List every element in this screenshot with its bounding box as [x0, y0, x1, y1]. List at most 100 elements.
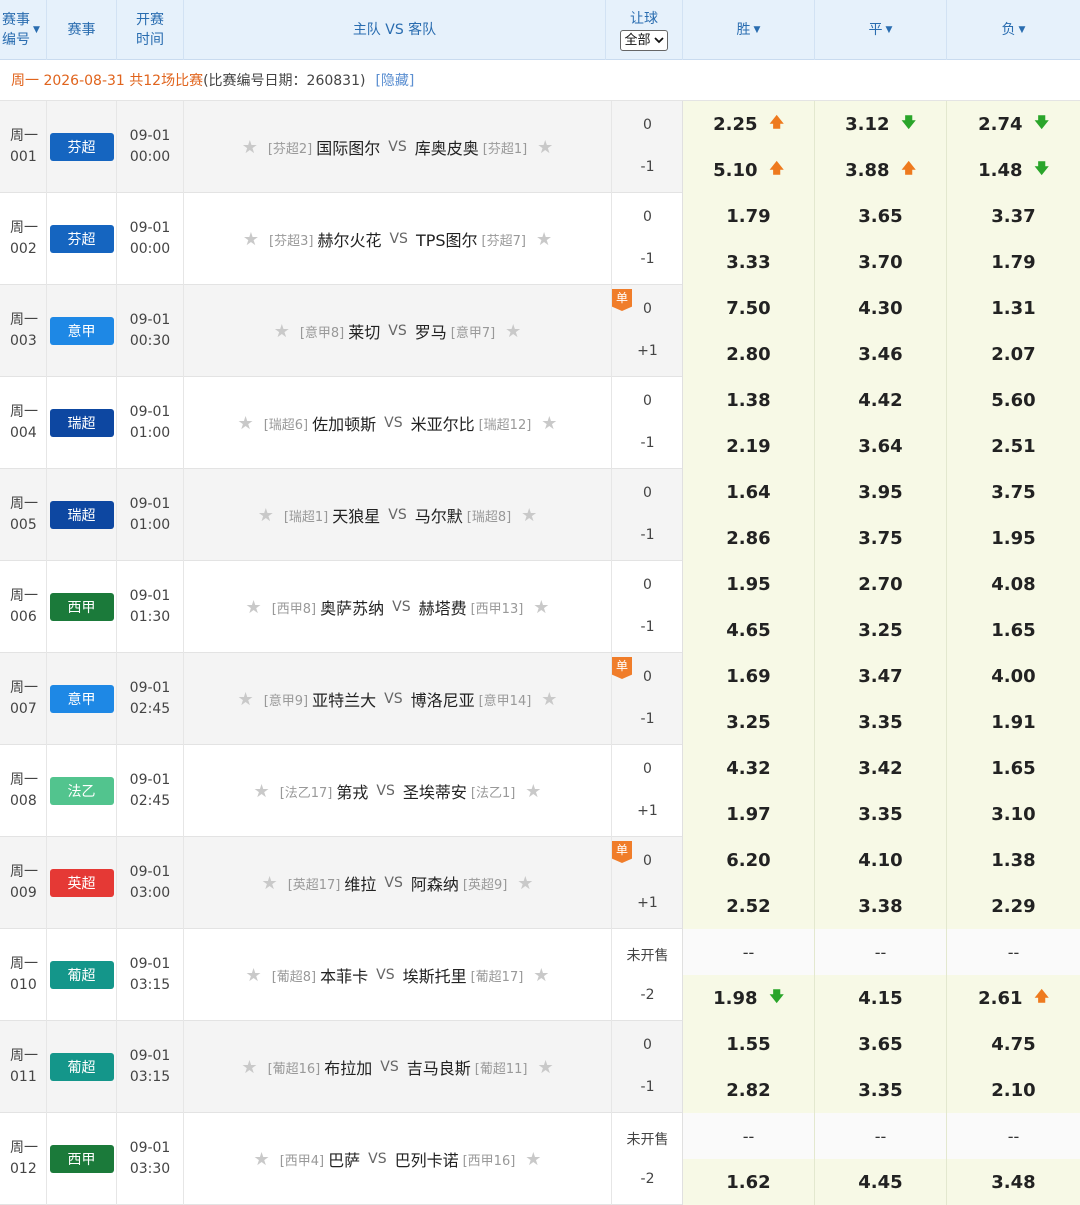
odds-win[interactable]: 4.32 — [683, 745, 815, 791]
odds-lose[interactable]: 4.75 — [947, 1021, 1080, 1067]
away-team[interactable]: 库奥皮奥 — [415, 135, 479, 159]
favorite-star-icon[interactable]: ★ — [537, 137, 553, 158]
away-team[interactable]: 埃斯托里 — [403, 963, 467, 987]
favorite-star-icon[interactable]: ★ — [525, 1149, 541, 1170]
odds-win[interactable]: 1.38 — [683, 377, 815, 423]
favorite-star-icon[interactable]: ★ — [536, 229, 552, 250]
odds-win[interactable]: 1.98 🡇 — [683, 975, 815, 1021]
away-team[interactable]: 阿森纳 — [411, 871, 459, 895]
match-row[interactable]: 周一 007 意甲 09-01 02:45 ★ [意甲9] 亚特兰大 VS 博洛尼亚 [意甲14] ★… — [0, 653, 1080, 745]
odds-draw[interactable]: 3.25 — [815, 607, 947, 653]
league-badge[interactable]: 法乙 — [49, 777, 114, 805]
home-team[interactable]: 巴萨 — [328, 1147, 360, 1171]
away-team[interactable]: 米亚尔比 — [411, 411, 475, 435]
odds-win[interactable]: 2.52 — [683, 883, 815, 929]
odds-draw[interactable]: 3.65 — [815, 1021, 947, 1067]
home-team[interactable]: 本菲卡 — [320, 963, 368, 987]
favorite-star-icon[interactable]: ★ — [262, 873, 278, 894]
odds-draw[interactable]: 3.70 — [815, 239, 947, 285]
odds-draw[interactable]: 2.70 — [815, 561, 947, 607]
odds-win[interactable]: 2.25 🡅 — [683, 101, 815, 147]
match-row[interactable]: 周一 005 瑞超 09-01 01:00 ★ [瑞超1] 天狼星 VS 马尔默 [瑞超8] ★ 0 -1… — [0, 469, 1080, 561]
favorite-star-icon[interactable]: ★ — [246, 597, 262, 618]
odds-lose[interactable]: 1.65 — [947, 745, 1080, 791]
league-badge[interactable]: 意甲 — [49, 685, 114, 713]
odds-draw[interactable]: 3.65 — [815, 193, 947, 239]
home-team[interactable]: 莱切 — [348, 319, 380, 343]
odds-win[interactable]: 4.65 — [683, 607, 815, 653]
favorite-star-icon[interactable]: ★ — [533, 965, 549, 986]
favorite-star-icon[interactable]: ★ — [274, 321, 290, 342]
home-team[interactable]: 佐加顿斯 — [312, 411, 376, 435]
odds-draw[interactable]: 4.42 — [815, 377, 947, 423]
home-team[interactable]: 亚特兰大 — [312, 687, 376, 711]
odds-lose[interactable]: 2.07 — [947, 331, 1080, 377]
away-team[interactable]: 圣埃蒂安 — [403, 779, 467, 803]
favorite-star-icon[interactable]: ★ — [254, 781, 270, 802]
league-badge[interactable]: 芬超 — [49, 225, 114, 253]
home-team[interactable]: 第戎 — [336, 779, 368, 803]
league-badge[interactable]: 芬超 — [49, 133, 114, 161]
odds-draw[interactable]: 4.15 — [815, 975, 947, 1021]
odds-draw[interactable]: 3.35 — [815, 1067, 947, 1113]
hide-link[interactable]: [隐藏] — [375, 70, 414, 90]
match-row[interactable]: 周一 011 葡超 09-01 03:15 ★ [葡超16] 布拉加 VS 吉马良斯 [葡超11] ★… — [0, 1021, 1080, 1113]
odds-win[interactable]: 2.19 — [683, 423, 815, 469]
favorite-star-icon[interactable]: ★ — [505, 321, 521, 342]
home-team[interactable]: 奥萨苏纳 — [320, 595, 384, 619]
away-team[interactable]: 赫塔费 — [419, 595, 467, 619]
odds-lose[interactable]: 2.51 — [947, 423, 1080, 469]
header-draw[interactable]: 平 ▼ — [815, 0, 947, 60]
odds-lose[interactable]: 4.08 — [947, 561, 1080, 607]
favorite-star-icon[interactable]: ★ — [258, 505, 274, 526]
league-badge[interactable]: 意甲 — [49, 317, 114, 345]
odds-lose[interactable]: 1.38 — [947, 837, 1080, 883]
odds-draw[interactable]: 3.95 — [815, 469, 947, 515]
odds-lose[interactable]: 3.48 — [947, 1159, 1080, 1205]
match-row[interactable]: 周一 003 意甲 09-01 00:30 ★ [意甲8] 莱切 VS 罗马 [意甲7] ★ 单 0 +1 7… — [0, 285, 1080, 377]
odds-lose[interactable]: 2.29 — [947, 883, 1080, 929]
handicap-filter-select[interactable]: 全部 — [620, 30, 668, 51]
favorite-star-icon[interactable]: ★ — [243, 229, 259, 250]
favorite-star-icon[interactable]: ★ — [525, 781, 541, 802]
league-badge[interactable]: 葡超 — [49, 1053, 114, 1081]
odds-draw[interactable]: 3.75 — [815, 515, 947, 561]
odds-win[interactable]: 1.79 — [683, 193, 815, 239]
home-team[interactable]: 赫尔火花 — [317, 227, 381, 251]
favorite-star-icon[interactable]: ★ — [541, 689, 557, 710]
home-team[interactable]: 维拉 — [344, 871, 376, 895]
match-row[interactable]: 周一 008 法乙 09-01 02:45 ★ [法乙17] 第戎 VS 圣埃蒂安 [法乙1] ★ 0 +… — [0, 745, 1080, 837]
favorite-star-icon[interactable]: ★ — [238, 413, 254, 434]
home-team[interactable]: 国际图尔 — [316, 135, 380, 159]
away-team[interactable]: 马尔默 — [415, 503, 463, 527]
odds-lose[interactable]: 3.10 — [947, 791, 1080, 837]
home-team[interactable]: 天狼星 — [332, 503, 380, 527]
away-team[interactable]: 罗马 — [415, 319, 447, 343]
odds-win[interactable]: 3.25 — [683, 699, 815, 745]
match-row[interactable]: 周一 001 芬超 09-01 00:00 ★ [芬超2] 国际图尔 VS 库奥皮奥 [芬超1] ★ 0… — [0, 101, 1080, 193]
favorite-star-icon[interactable]: ★ — [246, 965, 262, 986]
league-badge[interactable]: 葡超 — [49, 961, 114, 989]
header-lose[interactable]: 负 ▼ — [947, 0, 1080, 60]
match-row[interactable]: 周一 002 芬超 09-01 00:00 ★ [芬超3] 赫尔火花 VS TPS图尔 [芬超7] ★… — [0, 193, 1080, 285]
favorite-star-icon[interactable]: ★ — [254, 1149, 270, 1170]
away-team[interactable]: 巴列卡诺 — [395, 1147, 459, 1171]
league-badge[interactable]: 瑞超 — [49, 409, 114, 437]
odds-win[interactable]: 2.82 — [683, 1067, 815, 1113]
away-team[interactable]: 博洛尼亚 — [411, 687, 475, 711]
odds-lose[interactable]: 2.61 🡅 — [947, 975, 1080, 1021]
odds-draw[interactable]: 3.35 — [815, 791, 947, 837]
odds-lose[interactable]: 1.31 — [947, 285, 1080, 331]
home-team[interactable]: 布拉加 — [324, 1055, 372, 1079]
odds-win[interactable]: 5.10 🡅 — [683, 147, 815, 193]
odds-lose[interactable]: 3.75 — [947, 469, 1080, 515]
away-team[interactable]: 吉马良斯 — [407, 1055, 471, 1079]
odds-win[interactable]: 1.55 — [683, 1021, 815, 1067]
favorite-star-icon[interactable]: ★ — [521, 505, 537, 526]
odds-win[interactable]: 1.69 — [683, 653, 815, 699]
odds-draw[interactable]: 4.45 — [815, 1159, 947, 1205]
match-row[interactable]: 周一 009 英超 09-01 03:00 ★ [英超17] 维拉 VS 阿森纳 [英超9] ★ 单 0 +… — [0, 837, 1080, 929]
league-badge[interactable]: 西甲 — [49, 593, 114, 621]
odds-win[interactable]: 1.97 — [683, 791, 815, 837]
odds-win[interactable]: 1.64 — [683, 469, 815, 515]
